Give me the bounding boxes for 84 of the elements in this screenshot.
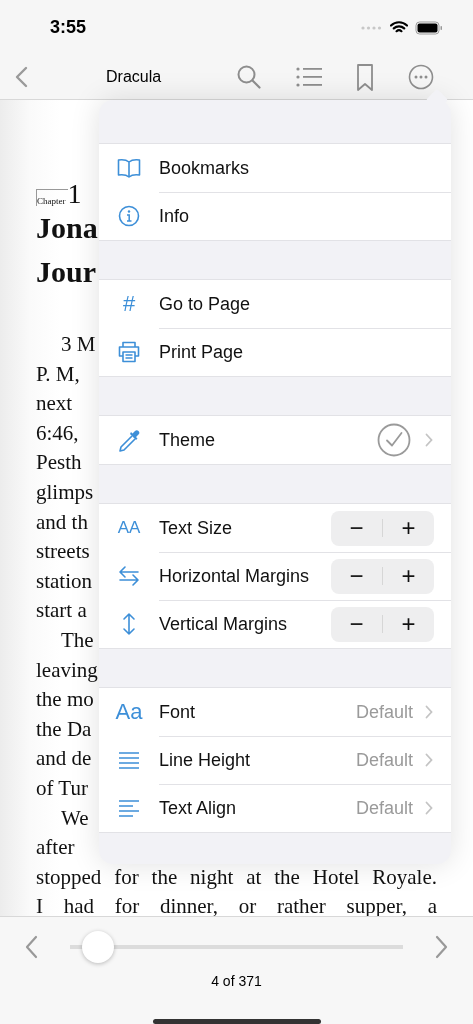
book-title: Dracula — [106, 68, 163, 86]
list-icon[interactable] — [296, 67, 322, 87]
body-text: the mo — [36, 686, 94, 714]
menu-row[interactable]: Bookmarks — [99, 144, 451, 192]
decrease-button[interactable]: − — [331, 510, 382, 546]
setting-value: Default — [355, 701, 413, 723]
body-text: 6:46, — [36, 419, 79, 447]
menu-label: Text Align — [159, 797, 238, 819]
decrease-button[interactable]: − — [331, 558, 382, 594]
eyedropper-icon — [118, 428, 140, 452]
body-text: glimps — [36, 478, 94, 506]
glyph-icon: AA — [117, 518, 141, 538]
setting-value: Default — [355, 797, 413, 819]
menu-row[interactable]: # Go to Page — [99, 280, 451, 328]
chapter-number: 1 — [67, 182, 82, 206]
body-text: next — [36, 390, 73, 418]
body-text: The — [60, 626, 94, 654]
chevron-icon — [425, 705, 433, 719]
menu-label: Go to Page — [159, 293, 252, 315]
chapter-label: Chapter — [36, 189, 68, 206]
bookmark-icon[interactable] — [356, 63, 374, 91]
menu-label: Font — [159, 701, 197, 723]
increase-button[interactable]: + — [383, 558, 434, 594]
menu-label: Text Size — [159, 517, 234, 539]
menu-label: Line Height — [159, 749, 252, 771]
body-text: stopped for the night at the Hotel Royale. — [36, 863, 437, 891]
body-text: We — [60, 804, 89, 832]
menu-label: Info — [159, 205, 191, 227]
wifi-icon — [390, 21, 408, 34]
body-text: streets — [36, 538, 90, 566]
body-text: I had for dinner, or rather supper, a — [36, 893, 437, 921]
more-icon[interactable] — [408, 64, 434, 90]
increase-button[interactable]: + — [383, 510, 434, 546]
page-number: 4 of 371 — [211, 973, 262, 989]
body-text: and de — [36, 745, 92, 773]
search-icon[interactable] — [236, 64, 262, 90]
chevron-icon — [425, 433, 433, 447]
menu-row[interactable]: Print Page — [99, 328, 451, 376]
menu-label: Bookmarks — [159, 157, 251, 179]
lines-icon — [118, 751, 140, 769]
chapter-title: Jona — [36, 210, 98, 246]
menu-label: Vertical Margins — [159, 613, 289, 635]
menu-row[interactable]: Theme — [99, 416, 451, 464]
glyph-icon: # — [122, 291, 136, 317]
lines-icon — [118, 799, 140, 817]
menu-row[interactable]: Info — [99, 192, 451, 240]
decrease-button[interactable]: − — [331, 606, 382, 642]
book-icon — [117, 158, 141, 178]
setting-value: Default — [355, 749, 413, 771]
body-text: of Tur — [36, 774, 88, 802]
body-text: and th — [36, 508, 88, 536]
body-text: the Da — [36, 715, 92, 743]
horizontal-arrows-icon — [118, 564, 140, 588]
back-icon[interactable] — [14, 66, 28, 88]
signal-icon — [361, 24, 383, 31]
vertical-arrows-icon — [122, 612, 136, 636]
menu-row[interactable]: AA Text Size − + — [99, 504, 451, 552]
next-icon[interactable] — [435, 935, 449, 959]
chevron-icon — [425, 753, 433, 767]
chevron-icon — [425, 801, 433, 815]
info-icon — [118, 205, 140, 227]
body-text: station — [36, 567, 92, 595]
status-time: 3:55 — [50, 17, 87, 38]
increase-button[interactable]: + — [383, 606, 434, 642]
menu-label: Print Page — [159, 341, 245, 363]
glyph-icon: Aa — [115, 699, 143, 725]
body-text: Pesth — [36, 449, 82, 477]
body-text: after — [36, 834, 75, 862]
printer-icon — [117, 341, 141, 363]
slider-thumb[interactable] — [82, 931, 115, 963]
previous-icon[interactable] — [24, 935, 38, 959]
body-text: start a — [36, 597, 87, 625]
menu-row[interactable]: Line Height Default — [99, 736, 451, 784]
body-text: P. M, — [36, 360, 80, 388]
menu-row[interactable]: Aa Font Default — [99, 688, 451, 736]
chapter-title: Jour — [36, 254, 96, 290]
menu-label: Horizontal Margins — [159, 565, 311, 587]
menu-label: Theme — [159, 429, 217, 451]
menu-row[interactable]: Horizontal Margins − + — [99, 552, 451, 600]
menu-row[interactable]: Text Align Default — [99, 784, 451, 832]
menu-row[interactable]: Vertical Margins − + — [99, 600, 451, 648]
battery-icon — [415, 20, 443, 35]
body-text: leaving — [36, 656, 98, 684]
body-text: 3 M — [60, 331, 96, 358]
